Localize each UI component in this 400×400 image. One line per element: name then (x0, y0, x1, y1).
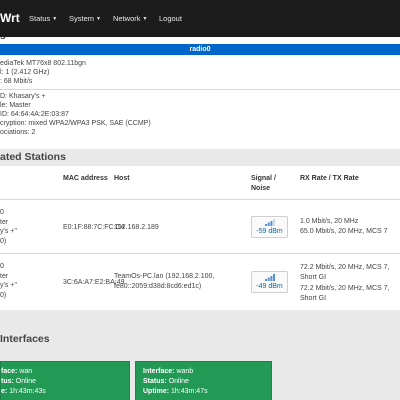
radio-label-bar: radio0 (0, 44, 400, 55)
row-2-left-line: 0) (0, 291, 7, 299)
nav-system-label: System (69, 14, 95, 23)
interface-card-wanb[interactable]: Interface: wanb Status: Online Uptime: 1… (135, 361, 272, 400)
col-host-header: Host (114, 175, 130, 182)
divider (0, 199, 400, 200)
nav-status-menu[interactable]: Status ▼ (29, 14, 57, 23)
row-1-left-line: 0 (0, 209, 4, 216)
row-1-left-line: 0) (0, 237, 7, 245)
uptime-value: 1h:43m:47s (171, 388, 208, 395)
status-line: Status: Online (143, 378, 189, 385)
device-channel: l: 1 (2.412 GHz) (0, 69, 50, 76)
interface-label: face: (1, 368, 18, 375)
divider (0, 89, 400, 90)
interface-label: Interface: (143, 368, 175, 375)
row-2-left-line: y's +" (0, 282, 17, 289)
nav-network-menu[interactable]: Network ▼ (113, 14, 147, 23)
col-signal-header: Signal / (251, 175, 276, 182)
divider (0, 253, 400, 254)
col-rate-header: RX Rate / TX Rate (300, 175, 359, 182)
table-row-2-network: 0 ter y's +" 0) (0, 262, 17, 300)
network-bssid: ID: 64:64:4A:2E:03:87 (0, 111, 69, 118)
signal-strength-icon (265, 274, 275, 281)
status-label: tus: (1, 378, 14, 385)
table-row-2-tx-rate: 72.2 Mbit/s, 20 MHz, MCS 7, (300, 285, 390, 292)
status-line: tus: Online (1, 378, 36, 385)
uptime-value: 1h:43m:43s (9, 388, 46, 395)
chevron-down-icon: ▼ (142, 16, 148, 22)
table-row-1-signal: -59 dBm (251, 216, 288, 238)
col-noise-header: Noise (251, 185, 271, 192)
status-label: Status: (143, 378, 167, 385)
row-2-left-line: 0 (0, 263, 4, 270)
status-value: Online (168, 378, 189, 385)
status-value: Online (15, 378, 37, 385)
network-encryption: cryption: mixed WPA2/WPA3 PSK, SAE (CCMP… (0, 120, 151, 127)
uptime-line: e: 1h:43m:43s (1, 388, 46, 395)
row-1-left-line: y's +" (0, 228, 17, 235)
nav-network-label: Network (113, 14, 141, 23)
uptime-label: e: (1, 388, 8, 395)
interface-value: wanb (176, 368, 194, 375)
stations-title: ated Stations (0, 151, 66, 163)
row-2-signal-value: -49 dBm (256, 283, 283, 290)
device-model: ediaTek MT76x8 802.11bgn (0, 60, 86, 67)
uptime-label: Uptime: (143, 388, 170, 395)
table-row-2-tx-gi: Short GI (300, 295, 327, 302)
interface-value: wan (19, 368, 33, 375)
table-row-2-signal: -49 dBm (251, 271, 288, 293)
network-ssid: D: Khasary's + (0, 93, 46, 100)
chevron-down-icon: ▼ (96, 16, 101, 22)
table-row-2-rx-rate: 72.2 Mbit/s, 20 MHz, MCS 7, (300, 264, 390, 271)
nav-status-label: Status (29, 14, 51, 23)
interfaces-title: Interfaces (0, 333, 50, 345)
table-row-1-network: 0 ter y's +" 0) (0, 208, 17, 246)
table-row-1-rx-rate: 1.0 Mbit/s, 20 MHz (300, 218, 359, 225)
network-mode: le: Master (0, 102, 31, 109)
interface-card-wan[interactable]: face: wan tus: Online e: 1h:43m:43s (0, 361, 130, 400)
table-row-2-rx-gi: Short GI (300, 274, 327, 281)
table-row-1-tx-rate: 65.0 Mbit/s, 20 MHz, MCS 7 (300, 228, 388, 235)
table-row-2-host-line1: TeamOs-PC.lan (192.168.2.100, (114, 273, 215, 280)
col-mac-header: MAC address (63, 175, 108, 182)
signal-strength-icon (265, 219, 275, 226)
uptime-line: Uptime: 1h:43m:47s (143, 388, 208, 395)
row-1-left-line: ter (0, 218, 9, 226)
wireless-heading-text: s (0, 37, 6, 42)
network-associations: ociations: 2 (0, 129, 36, 136)
interface-line: face: wan (1, 368, 32, 375)
row-2-left-line: ter (0, 272, 9, 280)
nav-system-menu[interactable]: System ▼ (69, 14, 101, 23)
top-navbar: Wrt Status ▼ System ▼ Network ▼ Logout (0, 0, 400, 37)
nav-logout-link[interactable]: Logout (159, 14, 182, 23)
row-1-signal-value: -59 dBm (256, 228, 283, 235)
interface-line: Interface: wanb (143, 368, 193, 375)
chevron-down-icon: ▼ (52, 16, 58, 22)
table-row-1-host: 192.168.2.189 (114, 224, 159, 231)
table-row-2-host-line2: fe80::2059:d38d:8cd6:ed1c) (114, 283, 202, 290)
device-bitrate: : 68 Mbit/s (0, 78, 33, 85)
brand-logo[interactable]: Wrt (0, 11, 20, 25)
